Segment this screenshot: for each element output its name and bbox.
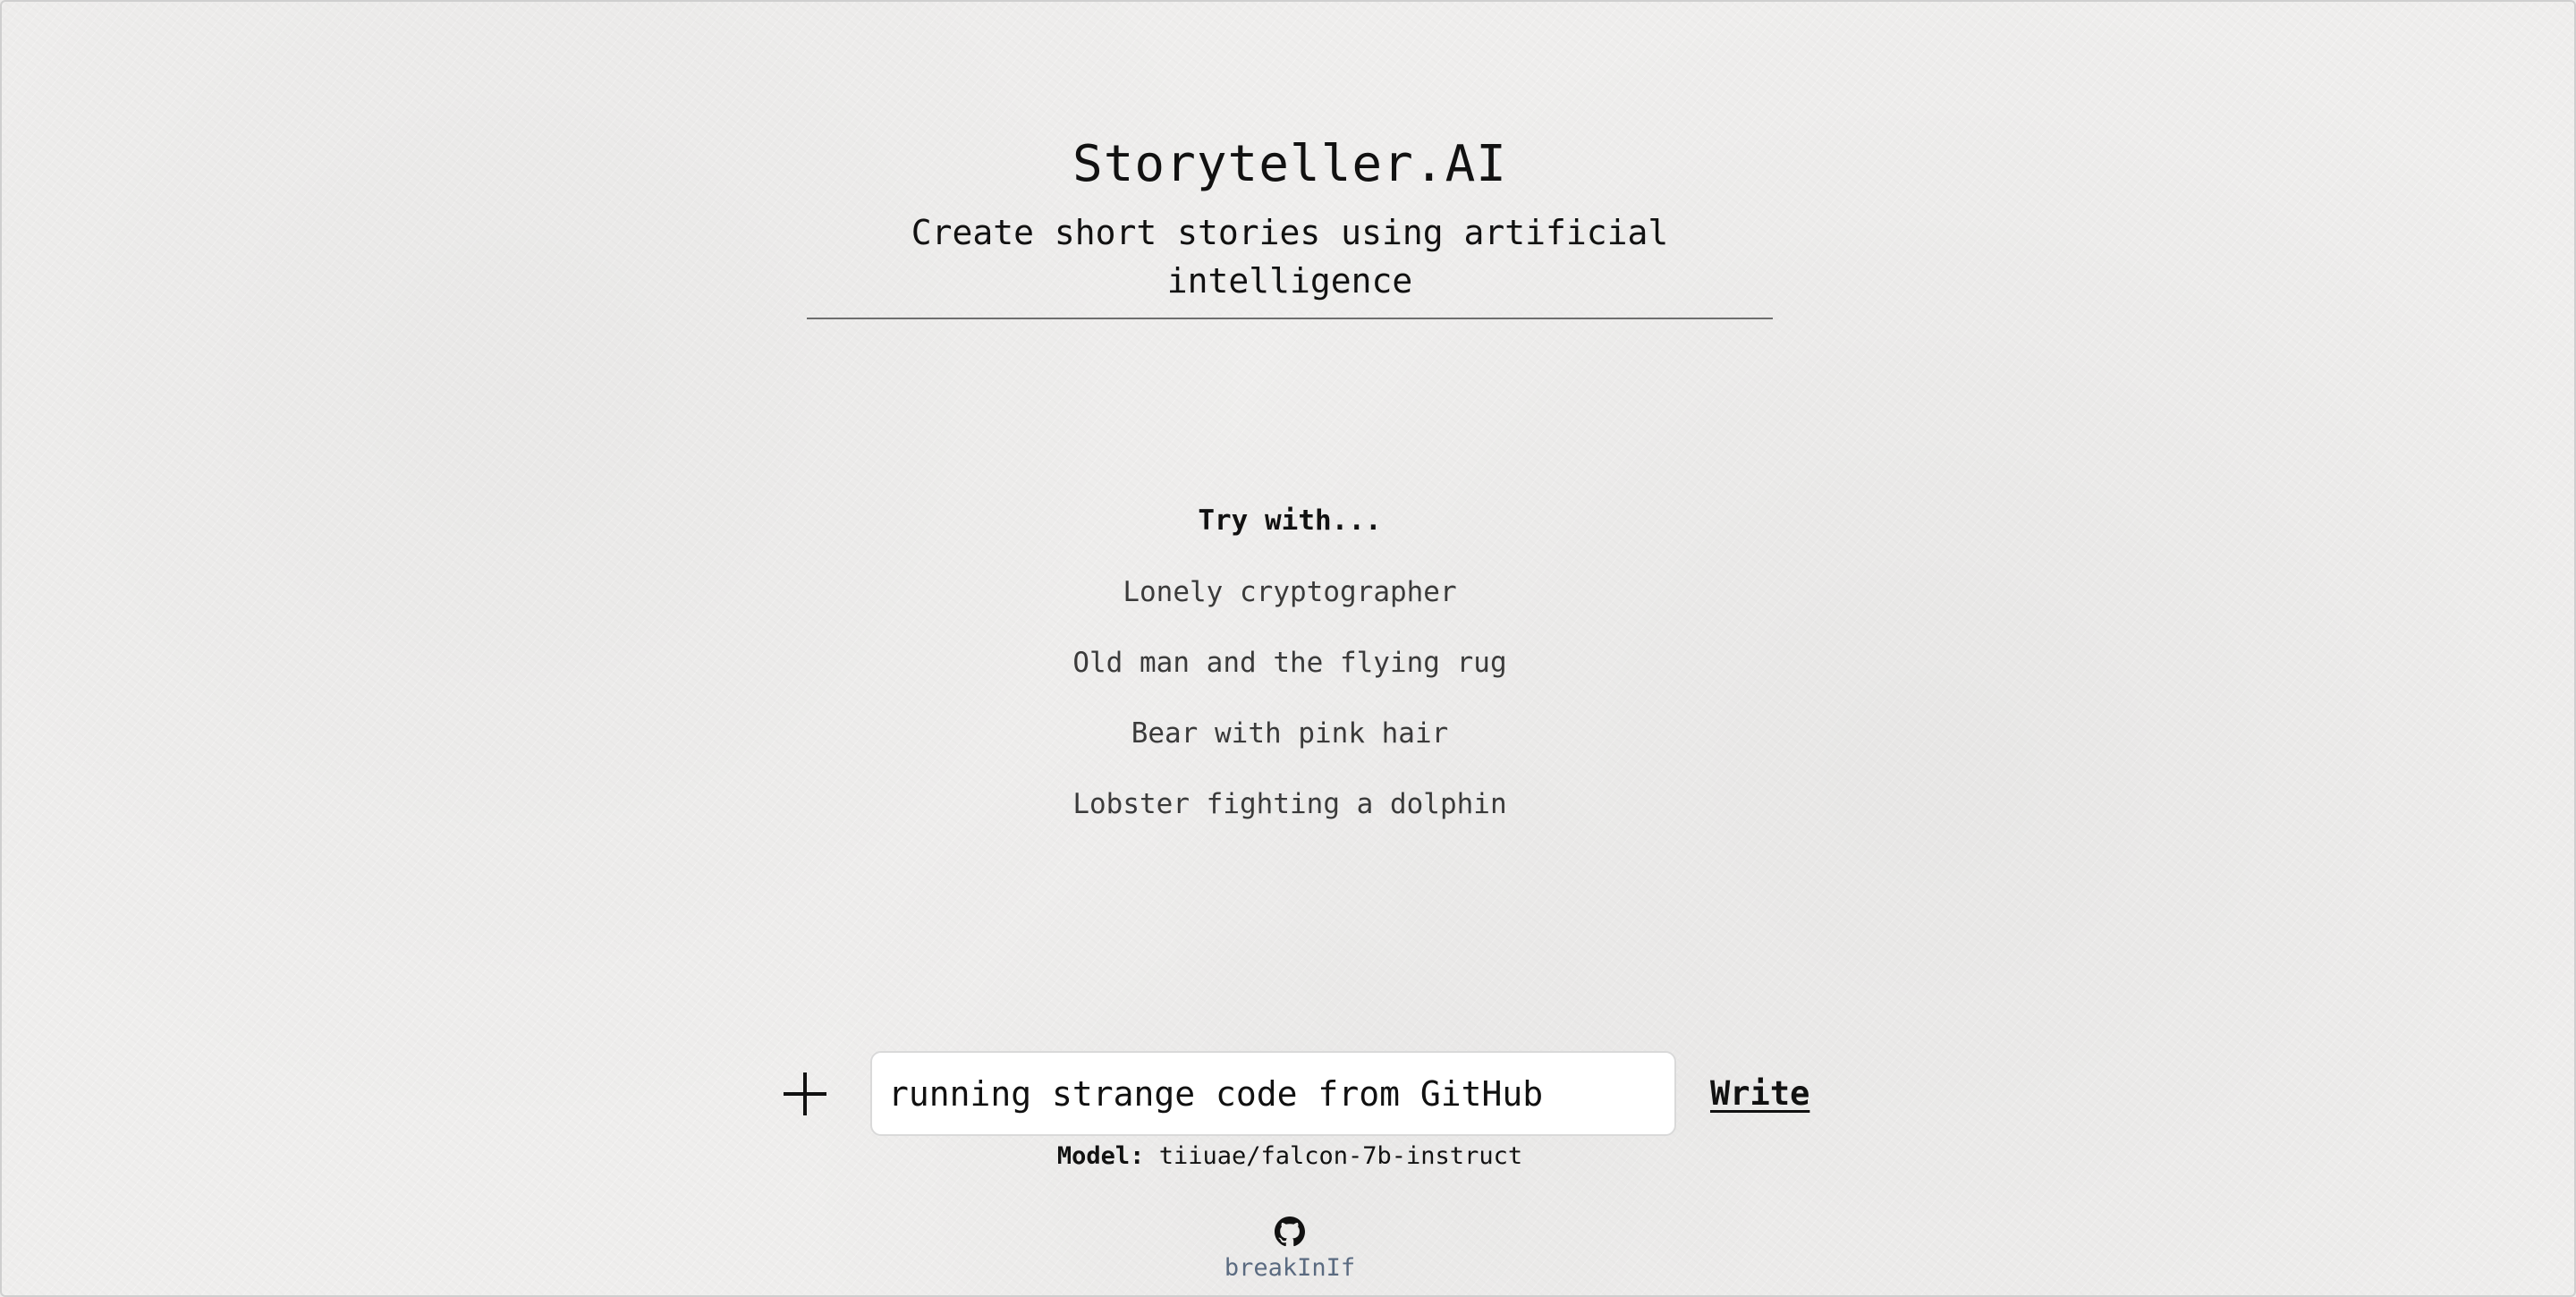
author-link[interactable]: breakInIf [2,1252,2576,1284]
suggestion-item[interactable]: Bear with pink hair [2,712,2576,755]
suggestions-list: Try with... Lonely cryptographer Old man… [2,499,2576,853]
header: Storyteller.AI Create short stories usin… [2,131,2576,319]
footer: breakInIf [2,1216,2576,1284]
model-name: tiiuae/falcon-7b-instruct [1158,1142,1523,1170]
suggestion-item[interactable]: Lonely cryptographer [2,571,2576,614]
write-button[interactable]: Write [1710,1069,1809,1119]
page-subtitle: Create short stories using artificial in… [807,208,1773,319]
prompt-composer: Write [2,1051,2576,1137]
suggestion-item[interactable]: Old man and the flying rug [2,641,2576,684]
page-title: Storyteller.AI [1072,135,1507,193]
model-info: Model: tiiuae/falcon-7b-instruct [2,1139,2576,1174]
github-icon[interactable] [1275,1216,1305,1247]
suggestion-item[interactable]: Lobster fighting a dolphin [2,783,2576,826]
prompt-input[interactable] [870,1051,1676,1136]
page-background: Storyteller.AI Create short stories usin… [0,0,2576,1297]
model-label: Model: [1056,1142,1145,1170]
add-button[interactable] [780,1069,830,1119]
plus-icon [784,1072,826,1115]
suggestions-heading: Try with... [1198,504,1382,537]
